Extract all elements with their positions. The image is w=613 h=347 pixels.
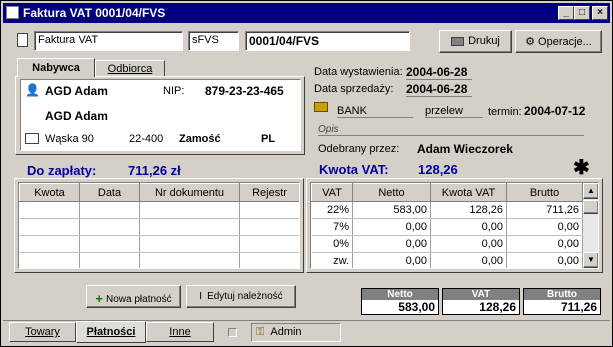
edit-due-button[interactable]: I Edytuj należność [186, 285, 296, 308]
col-header[interactable]: Data [79, 183, 140, 202]
postal-code: 22-400 [129, 133, 164, 145]
col-header[interactable]: Kwota [19, 183, 80, 202]
term-date[interactable]: 2004-07-12 [524, 104, 585, 118]
invoice-window: Faktura VAT 0001/04/FVS _ □ × Faktura VA… [0, 0, 613, 347]
plus-icon: + [95, 291, 103, 306]
tab-goods[interactable]: Towary [9, 322, 76, 342]
vat-amount-label: Kwota VAT: [319, 162, 389, 177]
printer-icon [451, 36, 465, 46]
col-header[interactable]: Brutto [506, 183, 583, 202]
payment-method[interactable]: przelew [425, 105, 483, 118]
buyer-name-1: AGD Adam [45, 84, 108, 98]
nip-value: 879-23-23-465 [205, 84, 284, 98]
table-row[interactable] [19, 252, 299, 268]
street: Wąska 90 [45, 133, 94, 145]
buyer-box: 👤 AGD Adam NIP: 879-23-23-465 AGD Adam W… [20, 79, 301, 151]
tab-buyer[interactable]: Nabywca [17, 58, 95, 77]
doc-type-field[interactable]: Faktura VAT [34, 31, 183, 51]
payment-hand-icon [314, 102, 328, 112]
total-brutto: Brutto 711,26 [523, 288, 601, 315]
col-header[interactable]: Kwota VAT [430, 183, 507, 202]
buyer-name-2: AGD Adam [45, 109, 108, 123]
vertical-scrollbar[interactable]: ▲ ▼ [583, 183, 598, 268]
tab-other[interactable]: Inne [146, 322, 214, 342]
col-header[interactable]: Rejestr [239, 183, 299, 202]
payment-bank[interactable]: BANK [337, 105, 413, 118]
sale-date[interactable]: 2004-06-28 [406, 82, 472, 97]
term-label: termin: [488, 106, 522, 118]
vat-amount-value: 128,26 [418, 162, 458, 177]
issue-date-label: Data wystawienia: [314, 66, 403, 78]
vat-table: VAT Netto Kwota VAT Brutto 22% 583,00 128,26 7… [311, 183, 583, 268]
payments-panel: Kwota Data Nr dokumentu Rejestr [14, 178, 304, 273]
buyer-panel: 👤 AGD Adam NIP: 879-23-23-465 AGD Adam W… [15, 76, 305, 155]
amount-due-value: 711,26 zł [128, 163, 181, 178]
app-icon [6, 6, 19, 19]
document-icon [17, 33, 28, 47]
scroll-down-button[interactable]: ▼ [583, 252, 598, 268]
person-icon: 👤 [25, 83, 40, 97]
sale-date-label: Data sprzedaży: [314, 83, 394, 95]
minimize-button[interactable]: _ [558, 6, 574, 20]
table-row[interactable] [19, 235, 299, 253]
payments-table: Kwota Data Nr dokumentu Rejestr [19, 183, 299, 268]
table-row[interactable]: zw. 0,00 0,00 0,00 [311, 252, 583, 268]
payments-grid[interactable]: Kwota Data Nr dokumentu Rejestr [18, 182, 300, 269]
address-card-icon [25, 133, 39, 144]
received-by-name[interactable]: Adam Wieczorek [417, 142, 513, 156]
number-field[interactable]: 0001/04/FVS [245, 31, 410, 51]
operations-button[interactable]: ⚙ Operacje... [515, 30, 602, 53]
country: PL [261, 133, 276, 145]
status-indicator [228, 328, 237, 337]
window-title: Faktura VAT 0001/04/FVS [23, 6, 166, 20]
user-name: Admin [270, 326, 302, 338]
received-by-label: Odebrany przez: [318, 143, 400, 155]
key-icon: ⚿ [256, 326, 265, 338]
close-button[interactable]: × [592, 6, 608, 20]
title-bar: Faktura VAT 0001/04/FVS _ □ × [3, 3, 610, 23]
print-button[interactable]: Drukuj [439, 30, 512, 53]
table-row[interactable] [19, 201, 299, 219]
vat-panel: VAT Netto Kwota VAT Brutto 22% 583,00 128,26 7… [306, 178, 603, 273]
table-row[interactable]: 22% 583,00 128,26 711,26 [311, 201, 583, 219]
city: Zamość [179, 133, 221, 145]
table-row[interactable]: 0% 0,00 0,00 0,00 [311, 235, 583, 253]
text-cursor-icon: I [199, 291, 203, 302]
scroll-up-button[interactable]: ▲ [583, 183, 598, 199]
tab-receiver[interactable]: Odbiorca [95, 60, 165, 77]
table-row[interactable]: 7% 0,00 0,00 0,00 [311, 218, 583, 236]
table-row[interactable] [19, 218, 299, 236]
new-payment-button[interactable]: + Nowa płatność [86, 285, 181, 308]
gear-icon: ⚙ [525, 36, 536, 48]
amount-due-label: Do zapłaty: [27, 163, 97, 178]
scroll-thumb[interactable] [583, 200, 598, 214]
tab-payments[interactable]: Płatności [76, 321, 146, 343]
col-header[interactable]: VAT [311, 183, 353, 202]
maximize-button[interactable]: □ [574, 6, 590, 20]
asterisk-icon: ✱ [573, 157, 590, 179]
vat-grid[interactable]: VAT Netto Kwota VAT Brutto 22% 583,00 128,26 7… [310, 182, 599, 269]
total-netto: Netto 583,00 [361, 288, 439, 315]
description-label[interactable]: Opis [318, 124, 584, 136]
series-field[interactable]: sFVS [188, 31, 239, 51]
col-header[interactable]: Netto [352, 183, 431, 202]
nip-label: NIP: [163, 85, 185, 97]
total-vat: VAT 128,26 [442, 288, 520, 315]
user-panel: ⚿ Admin [251, 323, 341, 342]
col-header[interactable]: Nr dokumentu [139, 183, 240, 202]
issue-date[interactable]: 2004-06-28 [406, 65, 472, 80]
